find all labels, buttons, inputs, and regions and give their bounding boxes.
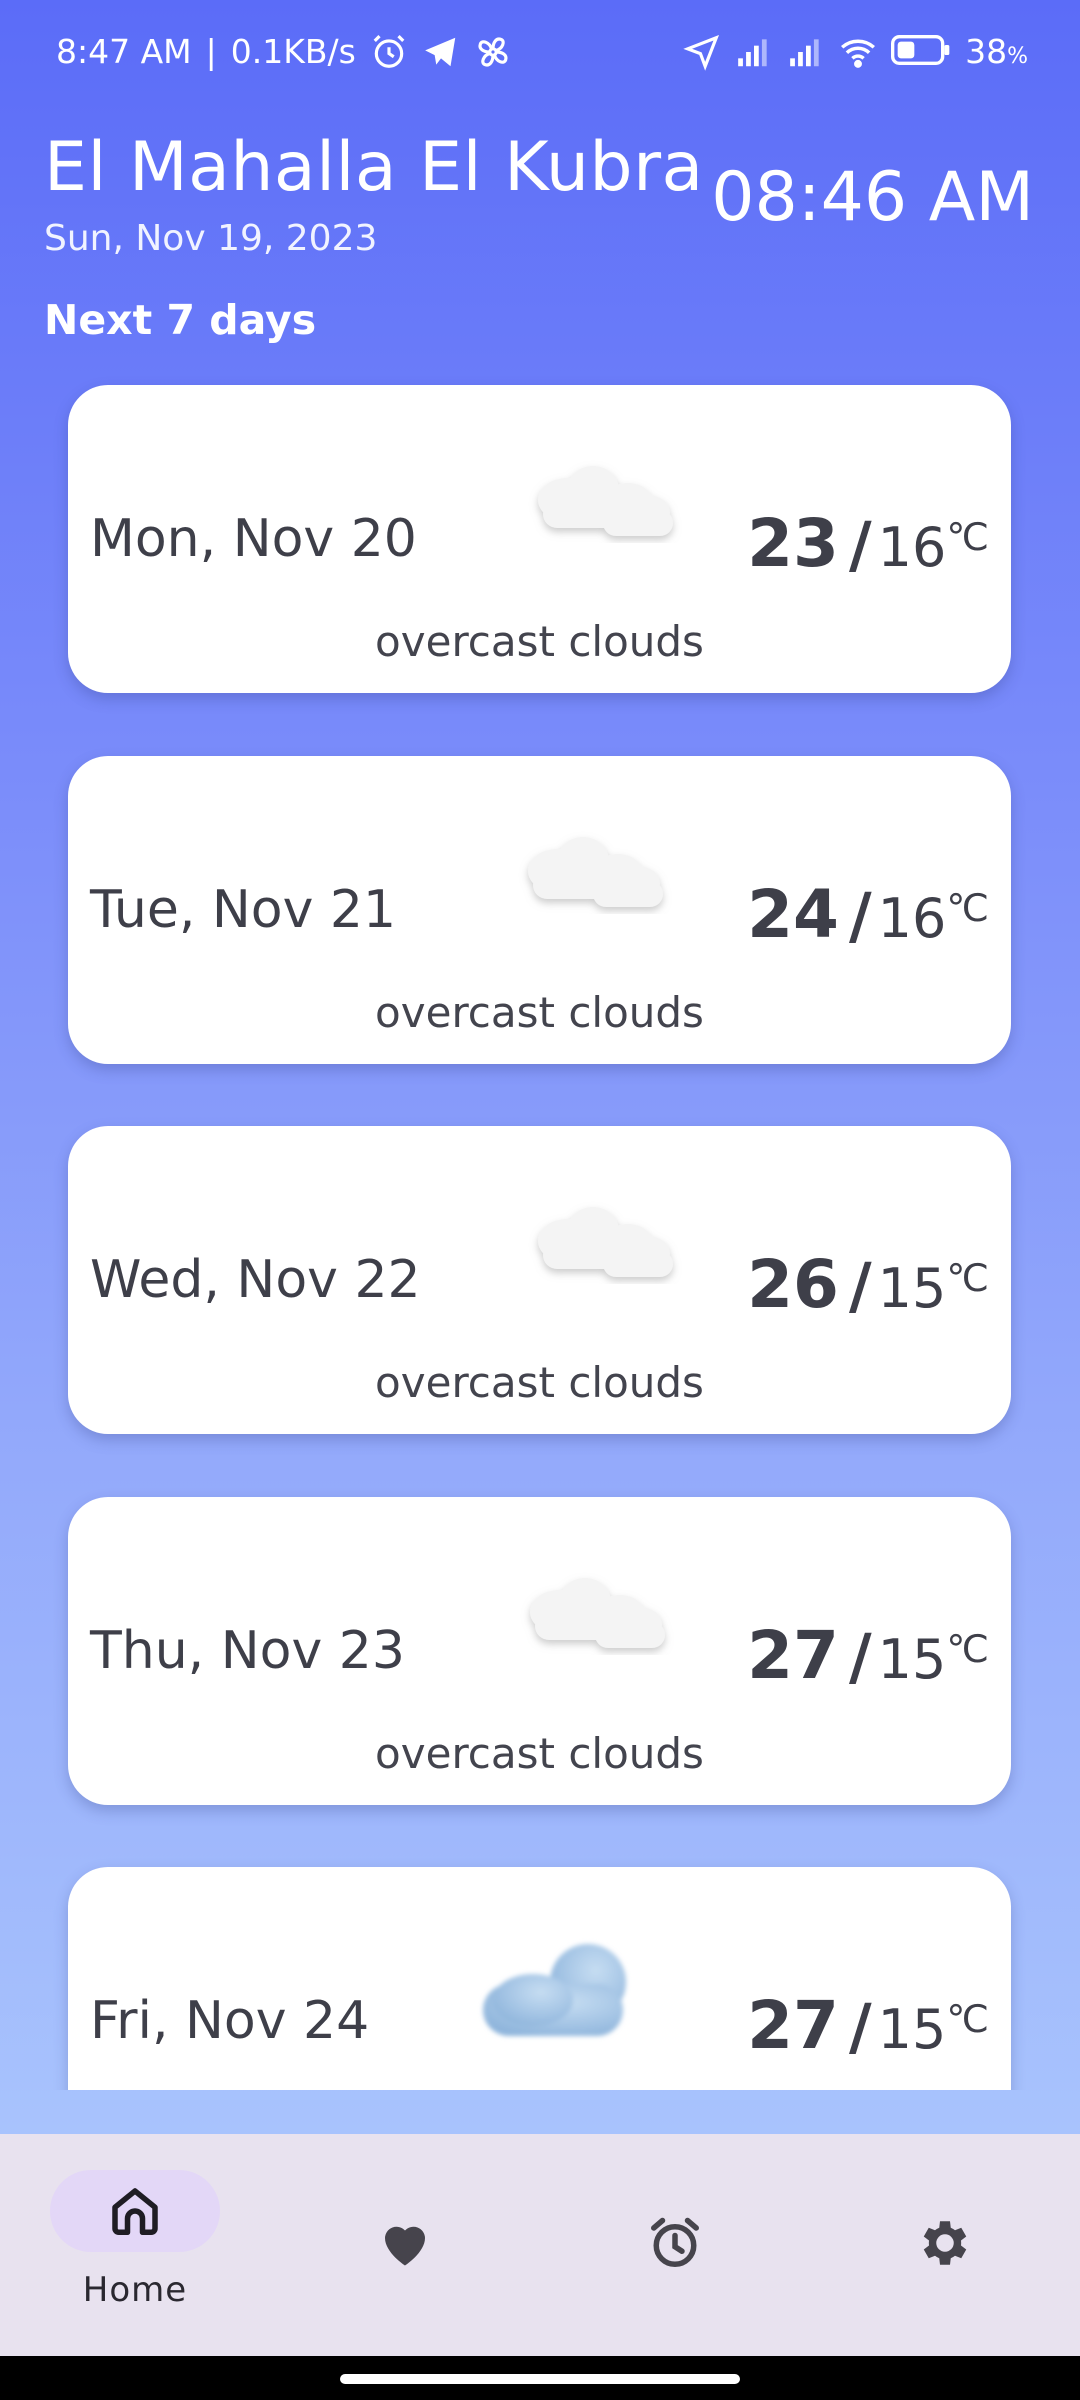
forecast-description: overcast clouds	[375, 1729, 704, 1778]
temp-low: 16	[877, 516, 947, 579]
temp-unit: ℃	[946, 1256, 989, 1300]
forecast-card[interactable]: Fri, Nov 24 27/15℃	[68, 1867, 1011, 2090]
forecast-description: overcast clouds	[375, 988, 704, 1037]
signal-icon-1	[735, 33, 773, 71]
forecast-description: overcast clouds	[375, 1358, 704, 1407]
forecast-list[interactable]: Mon, Nov 20 23/16℃ overcast clouds Tue, …	[0, 370, 1080, 2090]
blue-cloud-icon	[483, 1944, 626, 2036]
overcast-clouds-icon	[538, 1207, 673, 1277]
status-left: 8:47 AM | 0.1KB/s	[56, 32, 512, 71]
forecast-temps: 27/15℃	[747, 1617, 989, 1694]
forecast-temps: 27/15℃	[747, 1987, 989, 2064]
bottom-nav: Home	[0, 2134, 1080, 2356]
signal-icon-2	[787, 33, 825, 71]
forecast-card[interactable]: Mon, Nov 20 23/16℃ overcast clouds	[68, 385, 1011, 693]
status-bar: 8:47 AM | 0.1KB/s 38%	[0, 0, 1080, 100]
gear-icon	[923, 2221, 967, 2265]
forecast-description: overcast clouds	[375, 617, 704, 666]
temp-high: 27	[747, 1987, 839, 2064]
current-time: 08:46 AM	[711, 158, 1034, 237]
nav-favorites[interactable]	[325, 2170, 485, 2340]
forecast-day: Tue, Nov 21	[90, 880, 397, 940]
nav-settings-pill[interactable]	[860, 2202, 1030, 2284]
temp-unit: ℃	[946, 886, 989, 930]
nav-home-pill[interactable]	[50, 2170, 220, 2252]
overcast-clouds-icon	[530, 1578, 665, 1648]
alarm-icon	[370, 33, 408, 71]
status-right: 38%	[683, 32, 1028, 71]
overcast-clouds-icon	[528, 837, 663, 907]
forecast-temps: 26/15℃	[747, 1246, 989, 1323]
temp-low: 15	[877, 1257, 947, 1320]
home-icon	[112, 2188, 158, 2235]
nav-favorites-pill[interactable]	[320, 2202, 490, 2284]
forecast-day: Wed, Nov 22	[90, 1250, 421, 1310]
fan-icon	[474, 33, 512, 71]
temp-unit: ℃	[946, 1627, 989, 1671]
forecast-day: Fri, Nov 24	[90, 1991, 370, 2051]
nav-home[interactable]: Home	[50, 2170, 220, 2340]
gesture-area	[0, 2356, 1080, 2400]
alarm-clock-icon	[651, 2217, 699, 2267]
weather-screen: 8:47 AM | 0.1KB/s 38% El Mahalla El Kubr…	[0, 0, 1080, 2400]
nav-home-label: Home	[82, 2270, 188, 2310]
temp-low: 15	[877, 1998, 947, 2061]
temp-high: 23	[747, 505, 839, 582]
temp-low: 16	[877, 887, 947, 950]
telegram-icon	[422, 33, 460, 71]
temp-unit: ℃	[946, 515, 989, 559]
status-time: 8:47 AM	[56, 32, 192, 71]
temp-unit: ℃	[946, 1997, 989, 2041]
heart-icon	[385, 2226, 425, 2266]
forecast-card[interactable]: Tue, Nov 21 24/16℃ overcast clouds	[68, 756, 1011, 1064]
forecast-temps: 23/16℃	[747, 505, 989, 582]
location-arrow-icon	[683, 33, 721, 71]
nav-alarms-pill[interactable]	[590, 2202, 760, 2284]
status-net-speed: 0.1KB/s	[230, 32, 356, 71]
temp-high: 26	[747, 1246, 839, 1323]
wifi-icon	[839, 33, 877, 71]
temp-low: 15	[877, 1628, 947, 1691]
status-separator: |	[205, 32, 217, 71]
nav-settings[interactable]	[865, 2170, 1025, 2340]
forecast-card[interactable]: Thu, Nov 23 27/15℃ overcast clouds	[68, 1497, 1011, 1805]
section-title: Next 7 days	[44, 296, 317, 344]
forecast-day: Thu, Nov 23	[90, 1621, 405, 1681]
battery-level: 38%	[965, 32, 1028, 71]
temp-high: 27	[747, 1617, 839, 1694]
current-date: Sun, Nov 19, 2023	[44, 218, 378, 259]
temp-high: 24	[747, 876, 839, 953]
battery-icon	[891, 33, 951, 71]
overcast-clouds-icon	[538, 466, 673, 536]
city-name: El Mahalla El Kubra	[44, 128, 704, 207]
gesture-handle[interactable]	[340, 2374, 740, 2384]
forecast-card[interactable]: Wed, Nov 22 26/15℃ overcast clouds	[68, 1126, 1011, 1434]
forecast-day: Mon, Nov 20	[90, 509, 417, 569]
forecast-temps: 24/16℃	[747, 876, 989, 953]
nav-alarms[interactable]	[595, 2170, 755, 2340]
